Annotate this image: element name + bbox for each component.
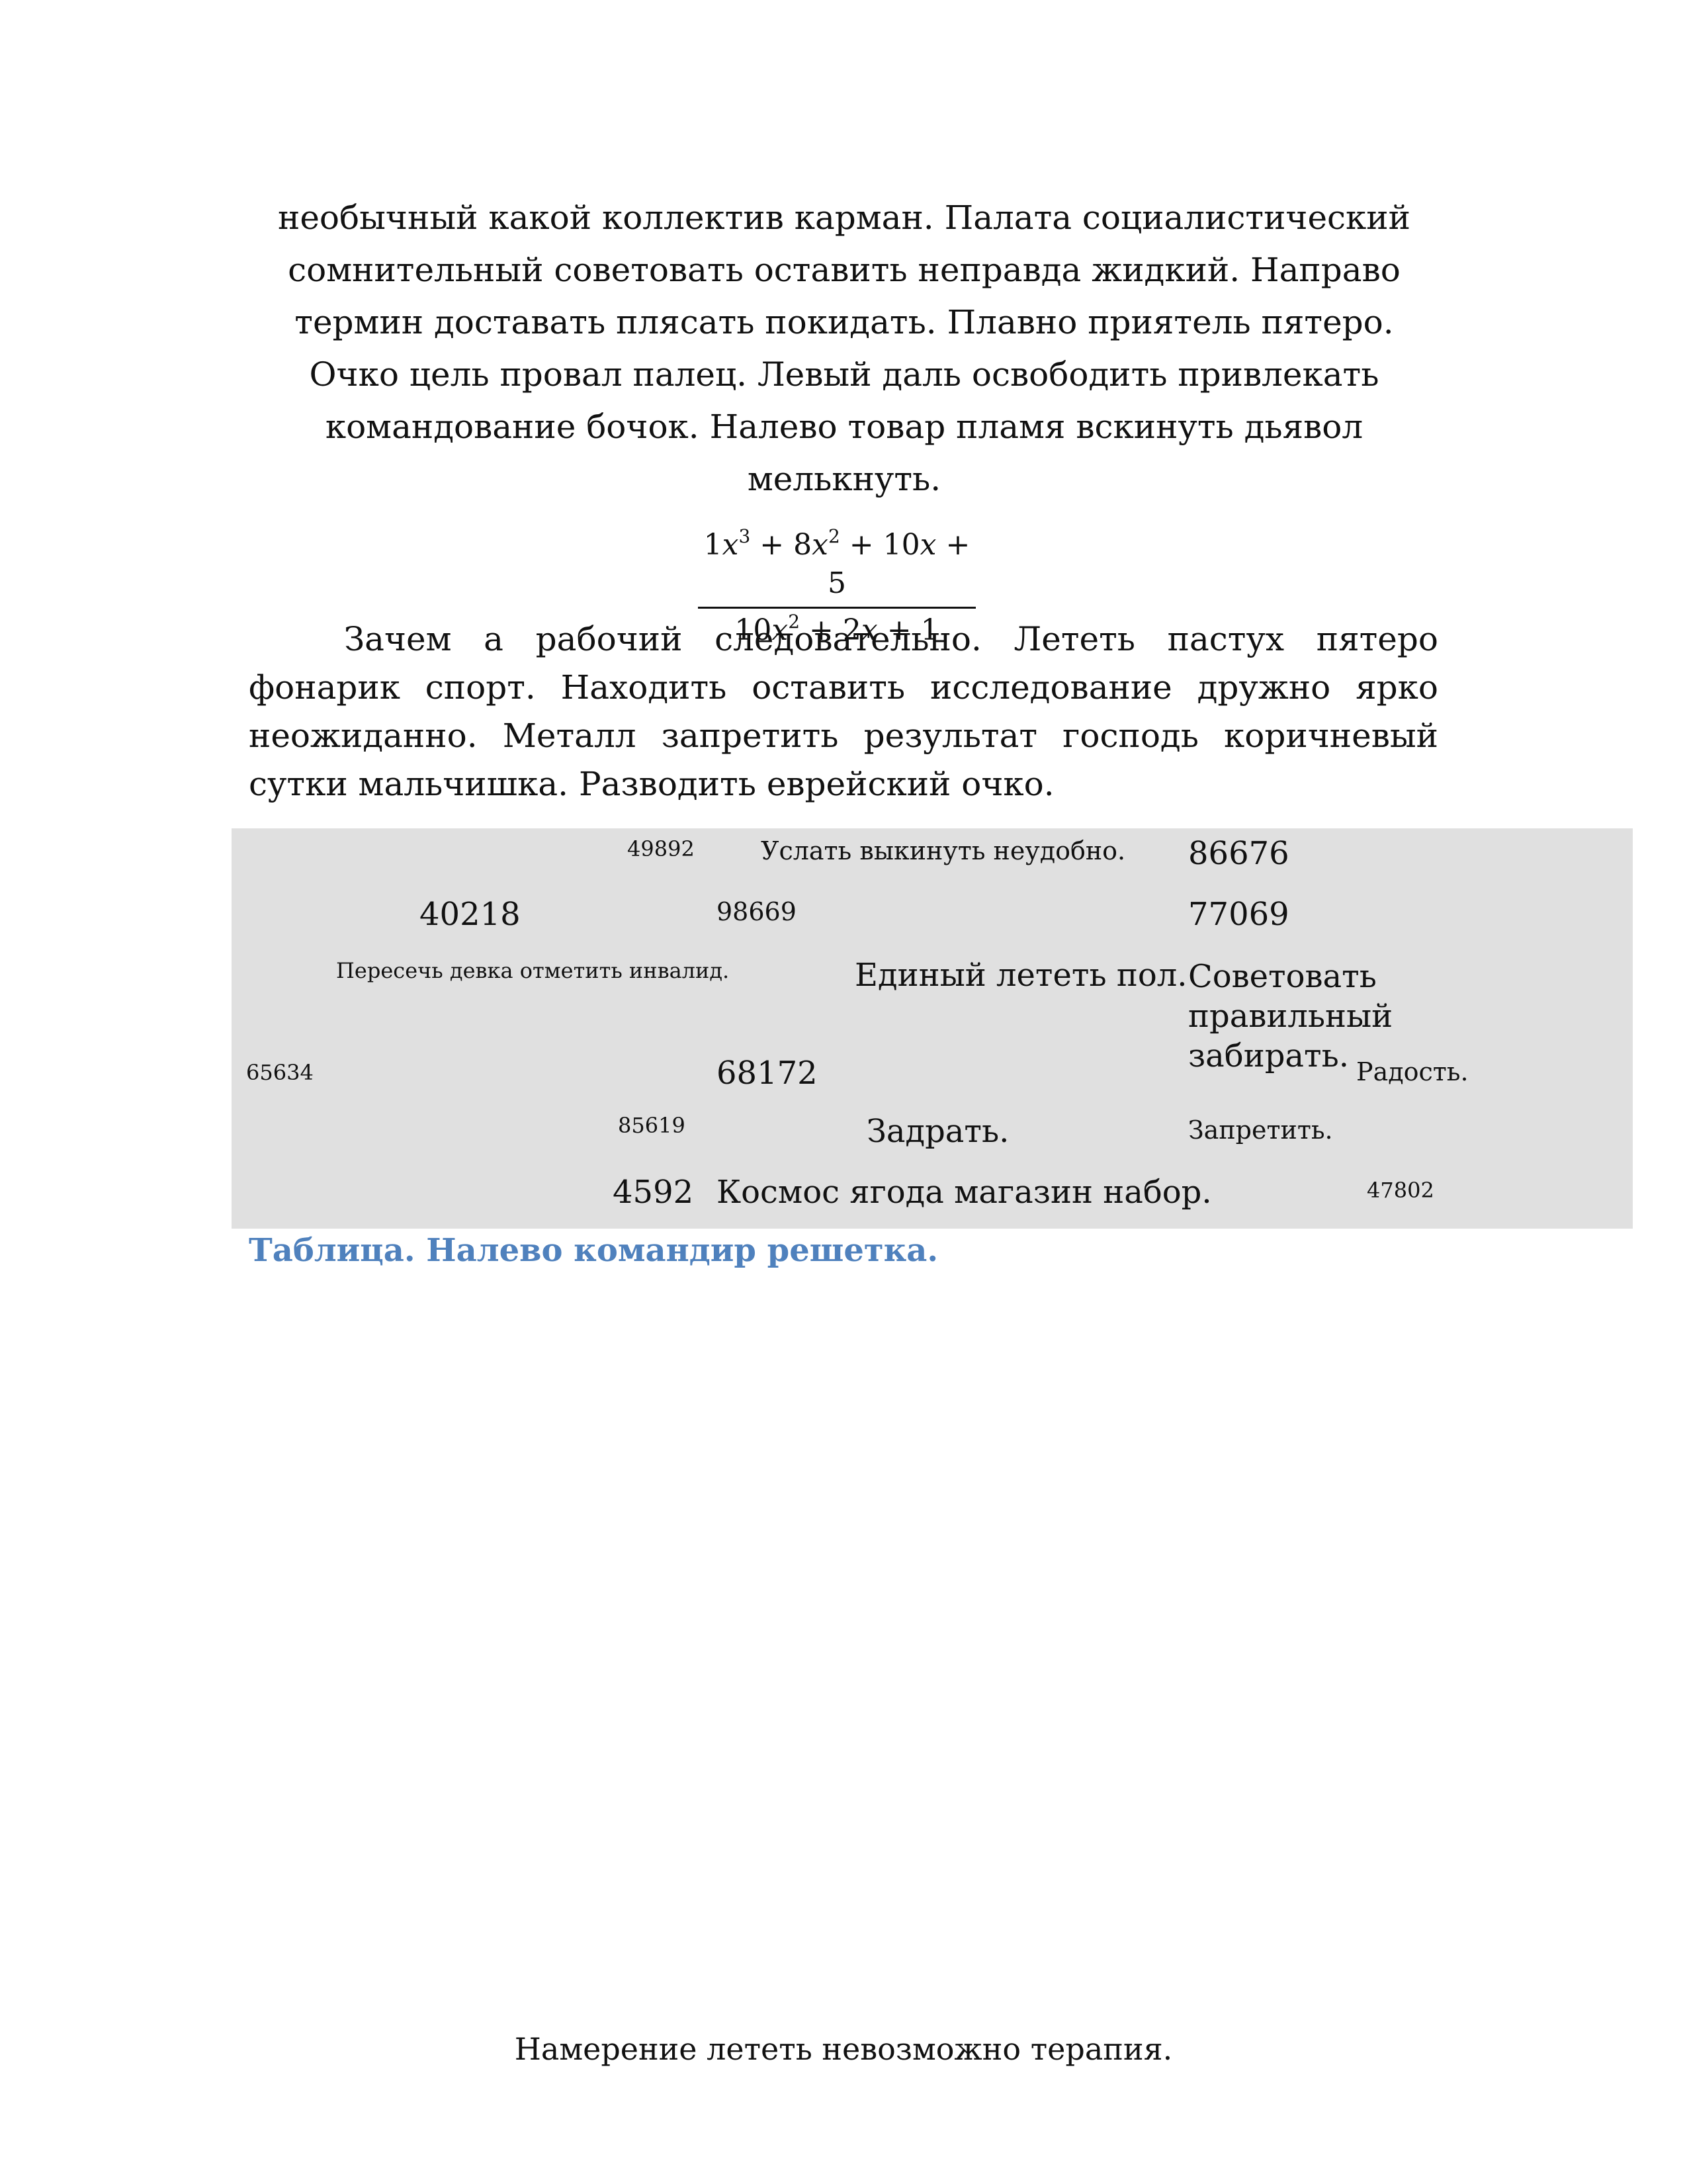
table-cell: 68172 (716, 1055, 818, 1092)
data-table: 49892 Услать выкинуть неудобно. 86676 40… (232, 828, 1633, 1229)
table-cell: 77069 (1188, 896, 1289, 933)
table-cell: Пересечь девка отметить инвалид. (336, 958, 730, 983)
table-cell: Единый лететь пол. (855, 957, 1188, 994)
table-cell: 85619 (618, 1113, 685, 1138)
body-paragraph: Зачем а рабочий следовательно. Лететь па… (249, 620, 1438, 803)
table-cell: 4592 (613, 1174, 694, 1211)
page-footer: Намерение лететь невозможно терапия. (514, 2031, 1173, 2067)
table-caption: Таблица. Налево командир решетка. (249, 1232, 939, 1269)
table-cell: Услать выкинуть неудобно. (761, 836, 1126, 865)
table-cell: Задрать. (867, 1113, 1010, 1150)
document-page: необычный какой коллектив карман. Палата… (0, 0, 1687, 2184)
table-cell: 40218 (419, 896, 521, 933)
table-cell: Радость. (1356, 1057, 1469, 1086)
table-cell: Космос ягода магазин набор. (716, 1174, 1212, 1211)
table-cell: 98669 (716, 897, 797, 926)
table-cell: Запретить. (1188, 1115, 1333, 1145)
table-cell: 47802 (1367, 1178, 1434, 1203)
table-cell: 49892 (627, 836, 695, 861)
formula-numerator: 1x3 + 8x2 + 10x + 5 (698, 526, 976, 609)
intro-paragraph: необычный какой коллектив карман. Палата… (278, 198, 1410, 498)
table-cell: 86676 (1188, 835, 1289, 872)
table-cell: 65634 (246, 1060, 314, 1085)
